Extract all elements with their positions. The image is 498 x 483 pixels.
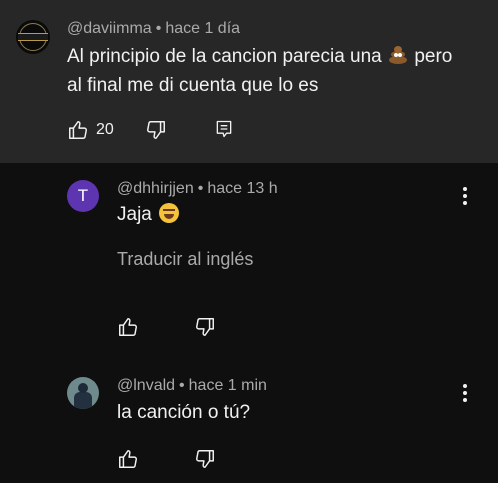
comment-meta: @daviimma • hace 1 día [67,20,240,38]
thumbs-down-icon [147,121,165,139]
reply-meta: @lnvald • hace 1 min [117,377,267,395]
avatar-figure-head [78,383,88,393]
comment-text-line-1: Al principio de la cancion parecia una p… [67,42,452,71]
like-count: 20 [96,121,114,138]
like-button[interactable] [117,448,139,470]
thumbs-down-icon [196,450,214,468]
reply-time: hace 13 h [207,180,278,197]
reply-text-part: Jaja [117,204,152,225]
main-comment: @daviimma • hace 1 día Al principio de la … [0,0,498,163]
more-options-button[interactable] [455,184,475,208]
like-button[interactable] [117,316,139,338]
dislike-button[interactable] [145,119,167,141]
thumbs-up-icon [119,450,137,468]
reply-icon [216,120,232,138]
avatar-logo [18,33,48,41]
avatar[interactable] [16,20,50,54]
translate-link[interactable]: Traducir al inglés [117,249,253,270]
reply-meta: @dhhirjjen • hace 13 h [117,180,278,198]
thumbs-up-icon [119,318,137,336]
comment-text-part: pero [414,46,453,67]
comment-text-line-2: al final me di cuenta que lo es [67,75,319,96]
like-button[interactable]: 20 [67,119,114,141]
more-options-button[interactable] [455,381,475,405]
reply-author[interactable]: @lnvald [117,377,175,394]
avatar-letter: T [77,186,89,205]
more-vert-icon [463,187,467,205]
avatar[interactable]: T [67,180,99,212]
more-vert-icon [463,384,467,402]
avatar-figure-body [74,392,92,409]
meta-separator: • [179,377,185,394]
avatar[interactable] [67,377,99,409]
reply-text: la canción o tú? [117,402,251,423]
reply-text: Jaja [117,200,180,229]
laughing-emoji-icon [159,203,180,223]
thumbs-down-icon [196,318,214,336]
dislike-button[interactable] [194,316,216,338]
comment-text-part: Al principio de la cancion parecia una [67,46,382,67]
reply-button[interactable] [214,119,234,139]
reply-author[interactable]: @dhhirjjen [117,180,194,197]
poop-emoji-icon [387,45,409,65]
meta-separator: • [155,20,162,37]
reply-time: hace 1 min [188,377,267,394]
thumbs-up-icon [69,121,87,139]
meta-separator: • [197,180,204,197]
comment-time: hace 1 día [165,20,241,37]
comment-author[interactable]: @daviimma [67,20,152,37]
comment-text: Al principio de la cancion parecia una p… [67,42,452,100]
dislike-button[interactable] [194,448,216,470]
